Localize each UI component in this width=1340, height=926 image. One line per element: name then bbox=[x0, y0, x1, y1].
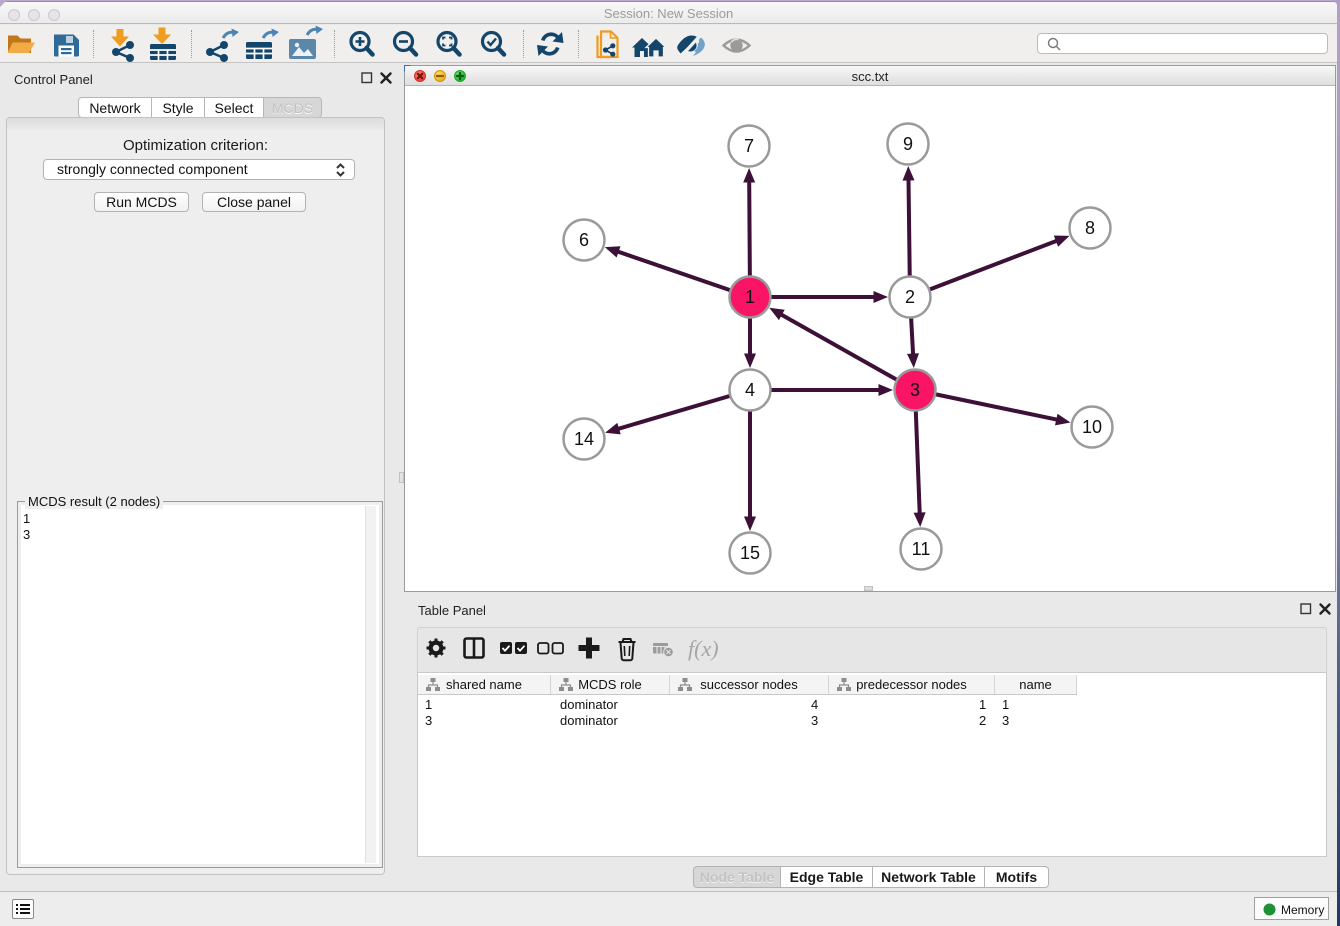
svg-text:9: 9 bbox=[903, 134, 913, 154]
svg-text:14: 14 bbox=[574, 429, 594, 449]
svg-text:2: 2 bbox=[905, 287, 915, 307]
svg-text:11: 11 bbox=[912, 539, 931, 559]
svg-text:6: 6 bbox=[579, 230, 589, 250]
svg-text:4: 4 bbox=[745, 380, 755, 400]
svg-text:15: 15 bbox=[740, 543, 760, 563]
svg-text:7: 7 bbox=[744, 136, 754, 156]
svg-text:10: 10 bbox=[1082, 417, 1102, 437]
svg-text:3: 3 bbox=[910, 380, 920, 400]
svg-text:8: 8 bbox=[1085, 218, 1095, 238]
svg-text:f(x): f(x) bbox=[688, 636, 719, 661]
svg-text:1: 1 bbox=[745, 287, 755, 307]
